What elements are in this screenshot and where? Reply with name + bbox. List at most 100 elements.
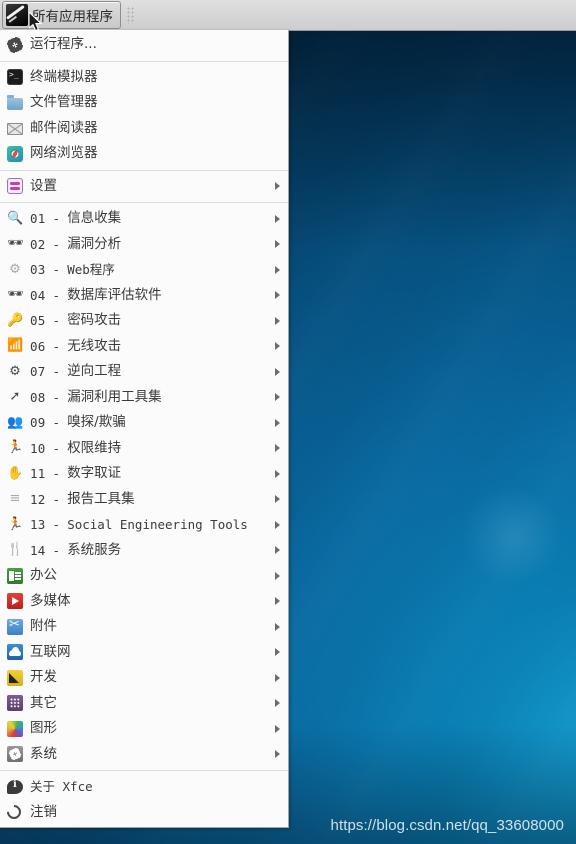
settings-sliders-icon <box>7 178 23 195</box>
menu-item-dash: - <box>52 364 61 380</box>
menu-item-label: 注销 <box>30 803 57 820</box>
menu-item-office[interactable]: 办公 <box>0 563 288 589</box>
applications-menu-button[interactable]: 所有应用程序 <box>2 1 121 29</box>
menu-item-label: 漏洞分析 <box>67 235 122 252</box>
menu-item-label: Web程序 <box>67 261 115 277</box>
mail-envelope-icon <box>7 123 23 136</box>
panel-grip-handle-icon[interactable] <box>127 6 134 24</box>
system-gear-icon <box>7 746 23 763</box>
menu-item-kali-08[interactable]: ➚ 08 - 漏洞利用工具集 <box>0 385 288 411</box>
submenu-arrow-icon <box>275 240 280 249</box>
menu-item-mail-reader[interactable]: 邮件阅读器 <box>0 116 288 142</box>
sniffing-icon: 👥 <box>7 414 24 430</box>
menu-item-graphics[interactable]: 图形 <box>0 716 288 742</box>
bug-probe-icon: 🕶 <box>7 236 24 252</box>
menu-item-kali-11[interactable]: ✋ 11 - 数字取证 <box>0 461 288 487</box>
multimedia-play-icon <box>7 593 23 610</box>
mouse-cursor-icon <box>29 12 43 32</box>
menu-item-number: 09 <box>30 415 46 431</box>
menu-item-kali-03[interactable]: ⚙ 03 - Web程序 <box>0 257 288 283</box>
wireless-icon: 📶 <box>7 338 24 354</box>
submenu-arrow-icon <box>275 622 280 631</box>
magnifier-icon: 🔍 <box>7 210 24 226</box>
gear-icon <box>7 36 23 53</box>
menu-item-terminal[interactable]: 终端模拟器 <box>0 65 288 91</box>
menu-item-logout[interactable]: 注销 <box>0 800 288 826</box>
menu-item-label: 逆向工程 <box>67 363 122 379</box>
menu-item-dash: - <box>52 466 61 482</box>
menu-item-settings[interactable]: 设置 <box>0 174 288 200</box>
menu-item-label: 文件管理器 <box>30 94 98 110</box>
logout-icon <box>4 802 24 823</box>
web-gears-icon: ⚙ <box>9 261 21 277</box>
menu-item-dash: - <box>52 338 61 354</box>
menu-item-other[interactable]: 其它 <box>0 691 288 717</box>
menu-item-dash: - <box>52 491 61 507</box>
menu-item-internet[interactable]: 互联网 <box>0 640 288 666</box>
menu-item-about-xfce[interactable]: 关于 Xfce <box>0 774 288 800</box>
menu-item-kali-01[interactable]: 🔍 01 - 信息收集 <box>0 206 288 232</box>
menu-item-number: 08 <box>30 389 46 405</box>
menu-item-kali-05[interactable]: 🔑 05 - 密码攻击 <box>0 308 288 334</box>
fork-knife-icon: 🍴 <box>7 542 24 558</box>
menu-item-label: 系统服务 <box>67 541 122 558</box>
office-icon <box>7 567 23 584</box>
menu-item-label: 设置 <box>30 177 57 194</box>
watermark-text: https://blog.csdn.net/qq_33608000 <box>330 817 564 834</box>
menu-item-number: 02 <box>30 236 46 252</box>
submenu-arrow-icon <box>275 316 280 325</box>
submenu-arrow-icon <box>275 444 280 453</box>
menu-item-dash: - <box>52 287 61 303</box>
menu-item-label: 数据库评估软件 <box>67 286 162 303</box>
menu-item-kali-06[interactable]: 📶 06 - 无线攻击 <box>0 334 288 360</box>
about-info-icon <box>7 779 23 795</box>
submenu-arrow-icon <box>275 750 280 759</box>
menu-item-label: 运行程序... <box>30 36 97 52</box>
menu-item-label: 关于 Xfce <box>30 778 93 794</box>
submenu-arrow-icon <box>275 291 280 300</box>
menu-item-kali-10[interactable]: 🏃 10 - 权限维持 <box>0 436 288 462</box>
menu-item-kali-09[interactable]: 👥 09 - 嗅探/欺骗 <box>0 410 288 436</box>
menu-item-accessories[interactable]: 附件 <box>0 614 288 640</box>
other-grid-icon <box>7 695 23 712</box>
menu-item-kali-02[interactable]: 🕶 02 - 漏洞分析 <box>0 232 288 258</box>
menu-item-dash: - <box>52 542 61 558</box>
submenu-arrow-icon <box>275 367 280 376</box>
menu-item-number: 14 <box>30 542 46 558</box>
submenu-arrow-icon <box>275 393 280 402</box>
running-person-icon: 🏃 <box>7 516 24 532</box>
menu-separator <box>0 60 288 62</box>
reverse-engineering-icon: ⚙ <box>9 363 21 379</box>
exploit-icon: ➚ <box>9 389 21 405</box>
menu-item-run-program[interactable]: 运行程序... <box>0 32 288 58</box>
menu-item-dash: - <box>52 440 61 456</box>
hand-print-icon: ✋ <box>7 465 24 481</box>
menu-item-file-manager[interactable]: 文件管理器 <box>0 90 288 116</box>
menu-item-kali-12[interactable]: ≡ 12 - 报告工具集 <box>0 487 288 513</box>
menu-separator <box>0 169 288 171</box>
menu-item-label: 密码攻击 <box>67 312 122 328</box>
menu-item-number: 07 <box>30 364 46 380</box>
menu-item-system[interactable]: 系统 <box>0 742 288 768</box>
menu-item-kali-04[interactable]: 🕶 04 - 数据库评估软件 <box>0 283 288 309</box>
accessories-scissors-icon <box>7 617 23 635</box>
menu-item-dash: - <box>52 211 61 227</box>
menu-separator <box>0 202 288 203</box>
menu-item-number: 05 <box>30 313 46 329</box>
menu-item-kali-14[interactable]: 🍴 14 - 系统服务 <box>0 538 288 564</box>
menu-item-label: 权限维持 <box>67 439 122 456</box>
menu-item-kali-07[interactable]: ⚙ 07 - 逆向工程 <box>0 359 288 385</box>
graphics-rainbow-icon <box>7 720 23 737</box>
menu-item-label: 终端模拟器 <box>30 68 98 85</box>
menu-item-number: 13 <box>30 517 46 533</box>
submenu-arrow-icon <box>275 342 280 351</box>
development-icon <box>7 669 23 686</box>
menu-item-dash: - <box>52 313 61 329</box>
menu-item-multimedia[interactable]: 多媒体 <box>0 589 288 615</box>
menu-item-kali-13[interactable]: 🏃 13 - Social Engineering Tools <box>0 512 288 538</box>
menu-item-label: 图形 <box>30 720 57 736</box>
menu-item-web-browser[interactable]: 网络浏览器 <box>0 141 288 167</box>
top-panel: 所有应用程序 <box>0 0 576 31</box>
menu-item-development[interactable]: 开发 <box>0 665 288 691</box>
submenu-arrow-icon <box>275 597 280 606</box>
